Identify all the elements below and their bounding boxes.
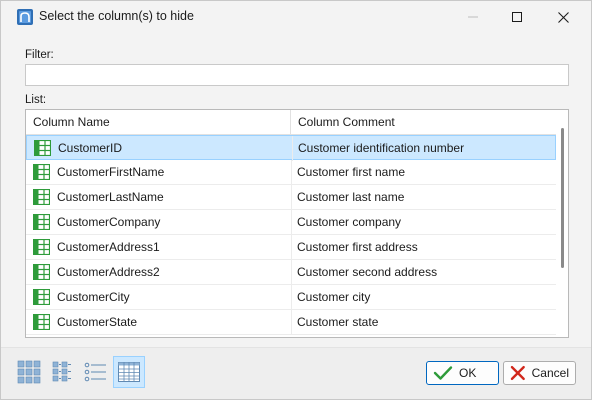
column-name-cell: CustomerAddress2	[57, 265, 160, 279]
list-row[interactable]: CustomerLastName Customer last name	[26, 185, 556, 210]
details-view-icon	[118, 362, 140, 382]
column-comment-cell: Customer state	[297, 315, 379, 329]
table-column-icon	[33, 264, 50, 280]
small-icons-view-button[interactable]	[46, 356, 78, 388]
list-row[interactable]: CustomerCompany Customer company	[26, 210, 556, 235]
cell-divider	[291, 260, 292, 285]
filter-label: Filter:	[25, 49, 54, 61]
ok-button[interactable]: OK	[426, 361, 499, 385]
vertical-scrollbar[interactable]	[556, 110, 568, 337]
cell-divider	[291, 235, 292, 260]
cancel-label: Cancel	[531, 366, 569, 380]
list-row[interactable]: CustomerCity Customer city	[26, 285, 556, 310]
column-name-cell: CustomerID	[58, 141, 123, 155]
table-column-icon	[33, 189, 50, 205]
column-name-cell: CustomerCompany	[57, 215, 161, 229]
ok-label: OK	[459, 366, 477, 380]
filter-input[interactable]	[25, 64, 569, 86]
table-column-icon	[33, 214, 50, 230]
table-column-icon	[34, 140, 51, 156]
table-column-icon	[33, 164, 50, 180]
list-header: Column Name Column Comment	[26, 110, 556, 135]
column-comment-cell: Customer first name	[297, 165, 406, 179]
list-rows: CustomerID Customer identification number…	[26, 135, 556, 335]
cancel-x-icon	[510, 365, 525, 381]
column-comment-cell: Customer city	[297, 290, 371, 304]
minimize-icon	[468, 16, 478, 18]
column-name-cell: CustomerCity	[57, 290, 130, 304]
close-button[interactable]	[541, 1, 585, 33]
details-view-button[interactable]	[113, 356, 145, 388]
cancel-button[interactable]: Cancel	[503, 361, 576, 385]
close-icon	[557, 11, 569, 23]
table-column-icon	[33, 289, 50, 305]
list-view-button[interactable]	[79, 356, 111, 388]
cell-divider	[291, 285, 292, 310]
cell-divider	[291, 310, 292, 335]
dialog-window: Select the column(s) to hide Filter: Lis…	[0, 0, 592, 400]
column-comment-cell: Customer identification number	[298, 141, 465, 155]
cell-divider	[291, 160, 292, 185]
header-column-name[interactable]: Column Name	[26, 110, 291, 135]
list-row[interactable]: CustomerAddress1 Customer first address	[26, 235, 556, 260]
column-comment-cell: Customer company	[297, 215, 402, 229]
column-comment-cell: Customer last name	[297, 190, 405, 204]
cell-divider	[291, 185, 292, 210]
list-row[interactable]: CustomerState Customer state	[26, 310, 556, 335]
cell-divider	[291, 210, 292, 235]
list-view-icon	[84, 362, 106, 382]
header-column-comment[interactable]: Column Comment	[291, 110, 556, 135]
checkmark-icon	[433, 366, 453, 380]
title-bar[interactable]: Select the column(s) to hide	[1, 1, 591, 33]
column-name-cell: CustomerFirstName	[57, 165, 165, 179]
large-icons-view-button[interactable]	[13, 356, 45, 388]
small-icons-view-icon	[52, 361, 71, 382]
maximize-icon	[512, 12, 522, 22]
maximize-button[interactable]	[495, 1, 539, 33]
large-icons-view-icon	[17, 360, 41, 384]
list-row[interactable]: CustomerFirstName Customer first name	[26, 160, 556, 185]
table-column-icon	[33, 239, 50, 255]
minimize-button[interactable]	[451, 1, 495, 33]
list-label: List:	[25, 94, 47, 106]
column-comment-cell: Customer second address	[297, 265, 438, 279]
column-name-cell: CustomerLastName	[57, 190, 164, 204]
list-row[interactable]: CustomerAddress2 Customer second address	[26, 260, 556, 285]
column-list[interactable]: Column Name Column Comment CustomerID Cus…	[25, 109, 569, 338]
table-column-icon	[33, 314, 50, 330]
column-name-cell: CustomerState	[57, 315, 138, 329]
footer-bar: OK Cancel	[1, 347, 591, 399]
list-row[interactable]: CustomerID Customer identification number	[26, 135, 556, 161]
column-comment-cell: Customer first address	[297, 240, 418, 254]
column-name-cell: CustomerAddress1	[57, 240, 160, 254]
scrollbar-thumb[interactable]	[561, 128, 564, 268]
window-title: Select the column(s) to hide	[39, 9, 194, 23]
cell-divider	[292, 136, 293, 161]
app-icon	[17, 9, 33, 25]
